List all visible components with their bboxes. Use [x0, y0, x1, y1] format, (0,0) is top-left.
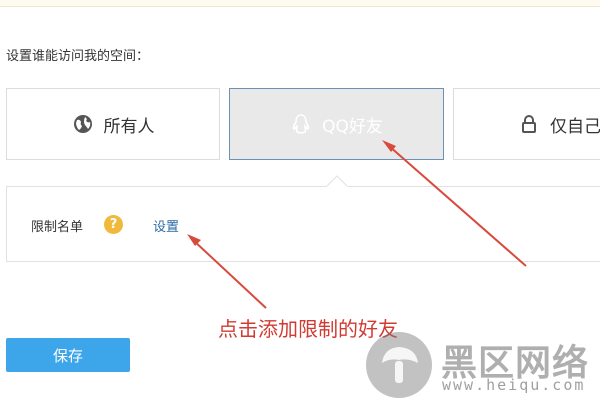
- access-option-qq-friends[interactable]: QQ好友: [229, 88, 444, 160]
- access-option-label: QQ好友: [322, 116, 383, 137]
- access-option-only-me[interactable]: 仅自己: [453, 88, 600, 160]
- lock-icon: [518, 113, 540, 135]
- restriction-settings-link[interactable]: 设置: [153, 216, 179, 235]
- access-option-label: 所有人: [103, 116, 155, 137]
- qq-penguin-icon: [290, 113, 312, 135]
- restriction-panel: [6, 186, 600, 262]
- globe-icon: [72, 113, 94, 135]
- watermark: 黑区网络 www.heiqu.com: [364, 330, 600, 400]
- access-option-everyone[interactable]: 所有人: [6, 88, 220, 160]
- watermark-url: www.heiqu.com: [442, 376, 586, 394]
- watermark-logo-icon: [366, 332, 432, 398]
- access-prompt: 设置谁能访问我的空间：: [6, 49, 150, 64]
- save-button[interactable]: 保存: [6, 338, 130, 372]
- access-option-label: 仅自己: [550, 116, 600, 137]
- notice-strip: [0, 0, 600, 7]
- restriction-list-label: 限制名单: [31, 220, 84, 235]
- help-icon[interactable]: ?: [104, 215, 123, 234]
- panel-pointer: [327, 175, 347, 195]
